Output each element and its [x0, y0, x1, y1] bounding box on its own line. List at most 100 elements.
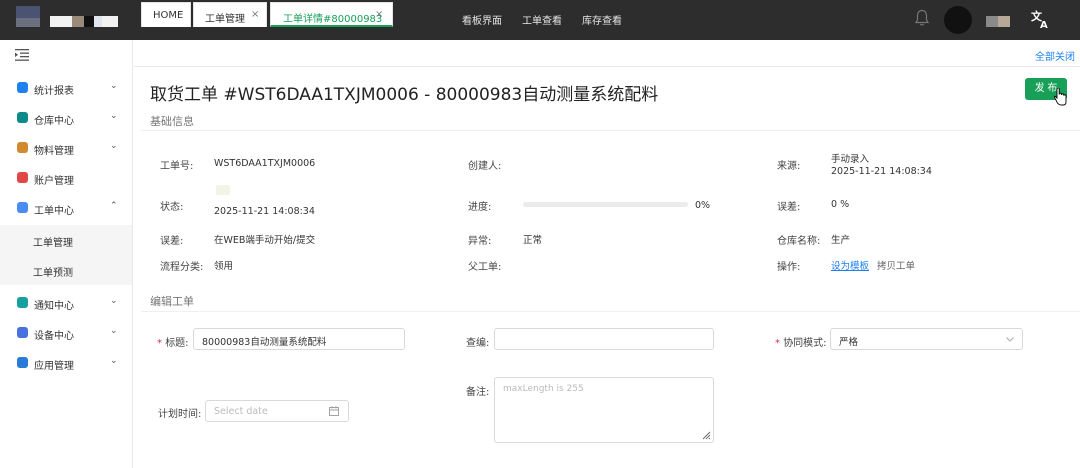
progress-bar — [523, 202, 688, 207]
page-title: 取货工单 #WST6DAA1TXJM0006 - 80000983自动测量系统配… — [150, 85, 659, 105]
device-icon — [17, 327, 28, 338]
tab-workorder-detail[interactable]: 工单详情#80000983 × — [270, 2, 393, 27]
topnav-inventory-view[interactable]: 库存查看 — [582, 12, 622, 27]
sidebar-item-label: 物料管理 — [34, 146, 74, 157]
app-name-block-5 — [102, 16, 118, 27]
sidebar-item-3[interactable]: 物料管理 ⌄ — [0, 133, 132, 163]
sidebar-item-2[interactable]: 仓库中心 ⌄ — [0, 103, 132, 133]
status-badge — [216, 185, 230, 195]
mode-field-label: * 协同模式: — [775, 334, 827, 349]
sidebar-item-label: 通知中心 — [34, 301, 74, 312]
sidebar-item-label: 仓库中心 — [34, 116, 74, 127]
divider — [141, 311, 1080, 312]
error2-label: 误差: — [160, 236, 184, 247]
required-mark: * — [157, 338, 166, 349]
abnormal-label: 异常: — [468, 236, 492, 247]
title-field-label: * 标题: — [157, 334, 189, 349]
reviewer-input[interactable] — [494, 328, 714, 350]
logo-lower — [16, 18, 40, 27]
mode-label-text: 协同模式: — [783, 338, 827, 349]
calendar-icon — [329, 406, 339, 416]
warehouse-icon — [17, 112, 28, 123]
flow-value: 领用 — [214, 261, 234, 272]
avatar[interactable] — [944, 6, 972, 34]
account-icon — [17, 172, 28, 183]
mode-select-value: 严格 — [839, 337, 859, 348]
chevron-down-icon: ⌄ — [110, 356, 118, 366]
remark-label: 备注: — [466, 387, 490, 398]
reviewer-label: 查编: — [466, 338, 490, 349]
sidebar-item-label: 设备中心 — [34, 331, 74, 342]
chevron-down-icon: ⌄ — [110, 141, 118, 151]
notice-icon — [17, 297, 28, 308]
sidebar-item-5[interactable]: 工单中心 ⌃ — [0, 193, 132, 223]
source-value: 手动录入 — [831, 154, 870, 165]
source-time: 2025-11-21 14:08:34 — [831, 166, 932, 177]
warehouse-value: 生产 — [831, 235, 851, 246]
abnormal-value: 正常 — [523, 235, 543, 246]
sidebar-item-4[interactable]: 账户管理 — [0, 163, 132, 193]
error2-value: 在WEB端手动开始/提交 — [214, 235, 316, 246]
resize-handle-icon[interactable] — [701, 430, 711, 440]
order-no-label: 工单号: — [160, 161, 194, 172]
close-all-tabs-link[interactable]: 全部关闭 — [1035, 48, 1075, 63]
chevron-down-icon: ⌄ — [110, 326, 118, 336]
menu-collapse-icon[interactable] — [15, 49, 29, 61]
chart-icon — [17, 82, 28, 93]
status-label: 状态: — [160, 202, 184, 213]
order-no-value: WST6DAA1TXJM0006 — [214, 158, 316, 169]
ops-label: 操作: — [777, 262, 801, 273]
sidebar-subitem-label: 工单预测 — [33, 268, 73, 279]
logo[interactable] — [16, 6, 40, 18]
required-mark: * — [775, 338, 784, 349]
username-block-1 — [986, 16, 998, 27]
app-name-block-1 — [50, 16, 72, 27]
tab-workorder-manage[interactable]: 工单管理 × — [193, 2, 267, 27]
tab-home-label: HOME — [153, 10, 184, 21]
section-basic-info: 基础信息 — [150, 115, 194, 128]
mode-select[interactable]: 严格 — [830, 328, 1023, 350]
chevron-down-icon: ⌄ — [110, 111, 118, 121]
sidebar-subitem-1[interactable]: 工单管理 — [0, 225, 132, 255]
sidebar-item-1[interactable]: 统计报表 ⌄ — [0, 73, 132, 103]
sidebar-item-7[interactable]: 设备中心 ⌄ — [0, 318, 132, 348]
flow-label: 流程分类: — [160, 262, 204, 273]
close-icon[interactable]: × — [375, 9, 383, 20]
tab-bar — [134, 40, 1080, 67]
svg-text:A: A — [1040, 20, 1048, 30]
creator-label: 创建人: — [468, 161, 502, 172]
parent-label: 父工单: — [468, 262, 502, 273]
progress-text: 0% — [695, 200, 711, 211]
topnav-workorder-view[interactable]: 工单查看 — [522, 12, 562, 27]
sidebar-subitem-label: 工单管理 — [33, 238, 73, 249]
status-time: 2025-11-21 14:08:34 — [214, 206, 315, 217]
material-icon — [17, 142, 28, 153]
remark-textarea[interactable]: maxLength is 255 — [494, 377, 714, 443]
translate-icon[interactable]: 文 A — [1030, 8, 1052, 30]
bell-icon[interactable] — [914, 9, 930, 27]
app-icon — [17, 357, 28, 368]
close-icon[interactable]: × — [251, 9, 259, 20]
remark-placeholder: maxLength is 255 — [503, 384, 584, 394]
tab-label: 工单详情#80000983 — [283, 14, 383, 25]
set-template-link[interactable]: 设为模板 — [831, 258, 869, 272]
sidebar-item-8[interactable]: 应用管理 ⌄ — [0, 348, 132, 378]
workorder-icon — [17, 202, 28, 213]
plan-date-picker[interactable]: Select date — [205, 400, 349, 422]
sidebar-item-label: 工单中心 — [34, 206, 74, 217]
username-block-2 — [998, 16, 1010, 27]
chevron-down-icon: ⌄ — [110, 81, 118, 91]
app-name-block-2 — [72, 16, 84, 27]
sidebar-item-label: 应用管理 — [34, 361, 74, 372]
plan-date-placeholder: Select date — [214, 406, 268, 417]
tab-home[interactable]: HOME — [141, 2, 191, 27]
divider — [141, 130, 1080, 131]
sidebar-item-6[interactable]: 通知中心 ⌄ — [0, 288, 132, 318]
topnav-dashboard[interactable]: 看板界面 — [462, 12, 502, 27]
title-input[interactable]: 80000983自动测量系统配料 — [193, 328, 405, 350]
sidebar-subitem-2[interactable]: 工单预测 — [0, 255, 132, 285]
section-edit: 编辑工单 — [150, 295, 194, 308]
sidebar-item-label: 账户管理 — [34, 176, 74, 187]
copy-workorder-link[interactable]: 拷贝工单 — [877, 258, 915, 272]
title-label-text: 标题: — [165, 338, 189, 349]
